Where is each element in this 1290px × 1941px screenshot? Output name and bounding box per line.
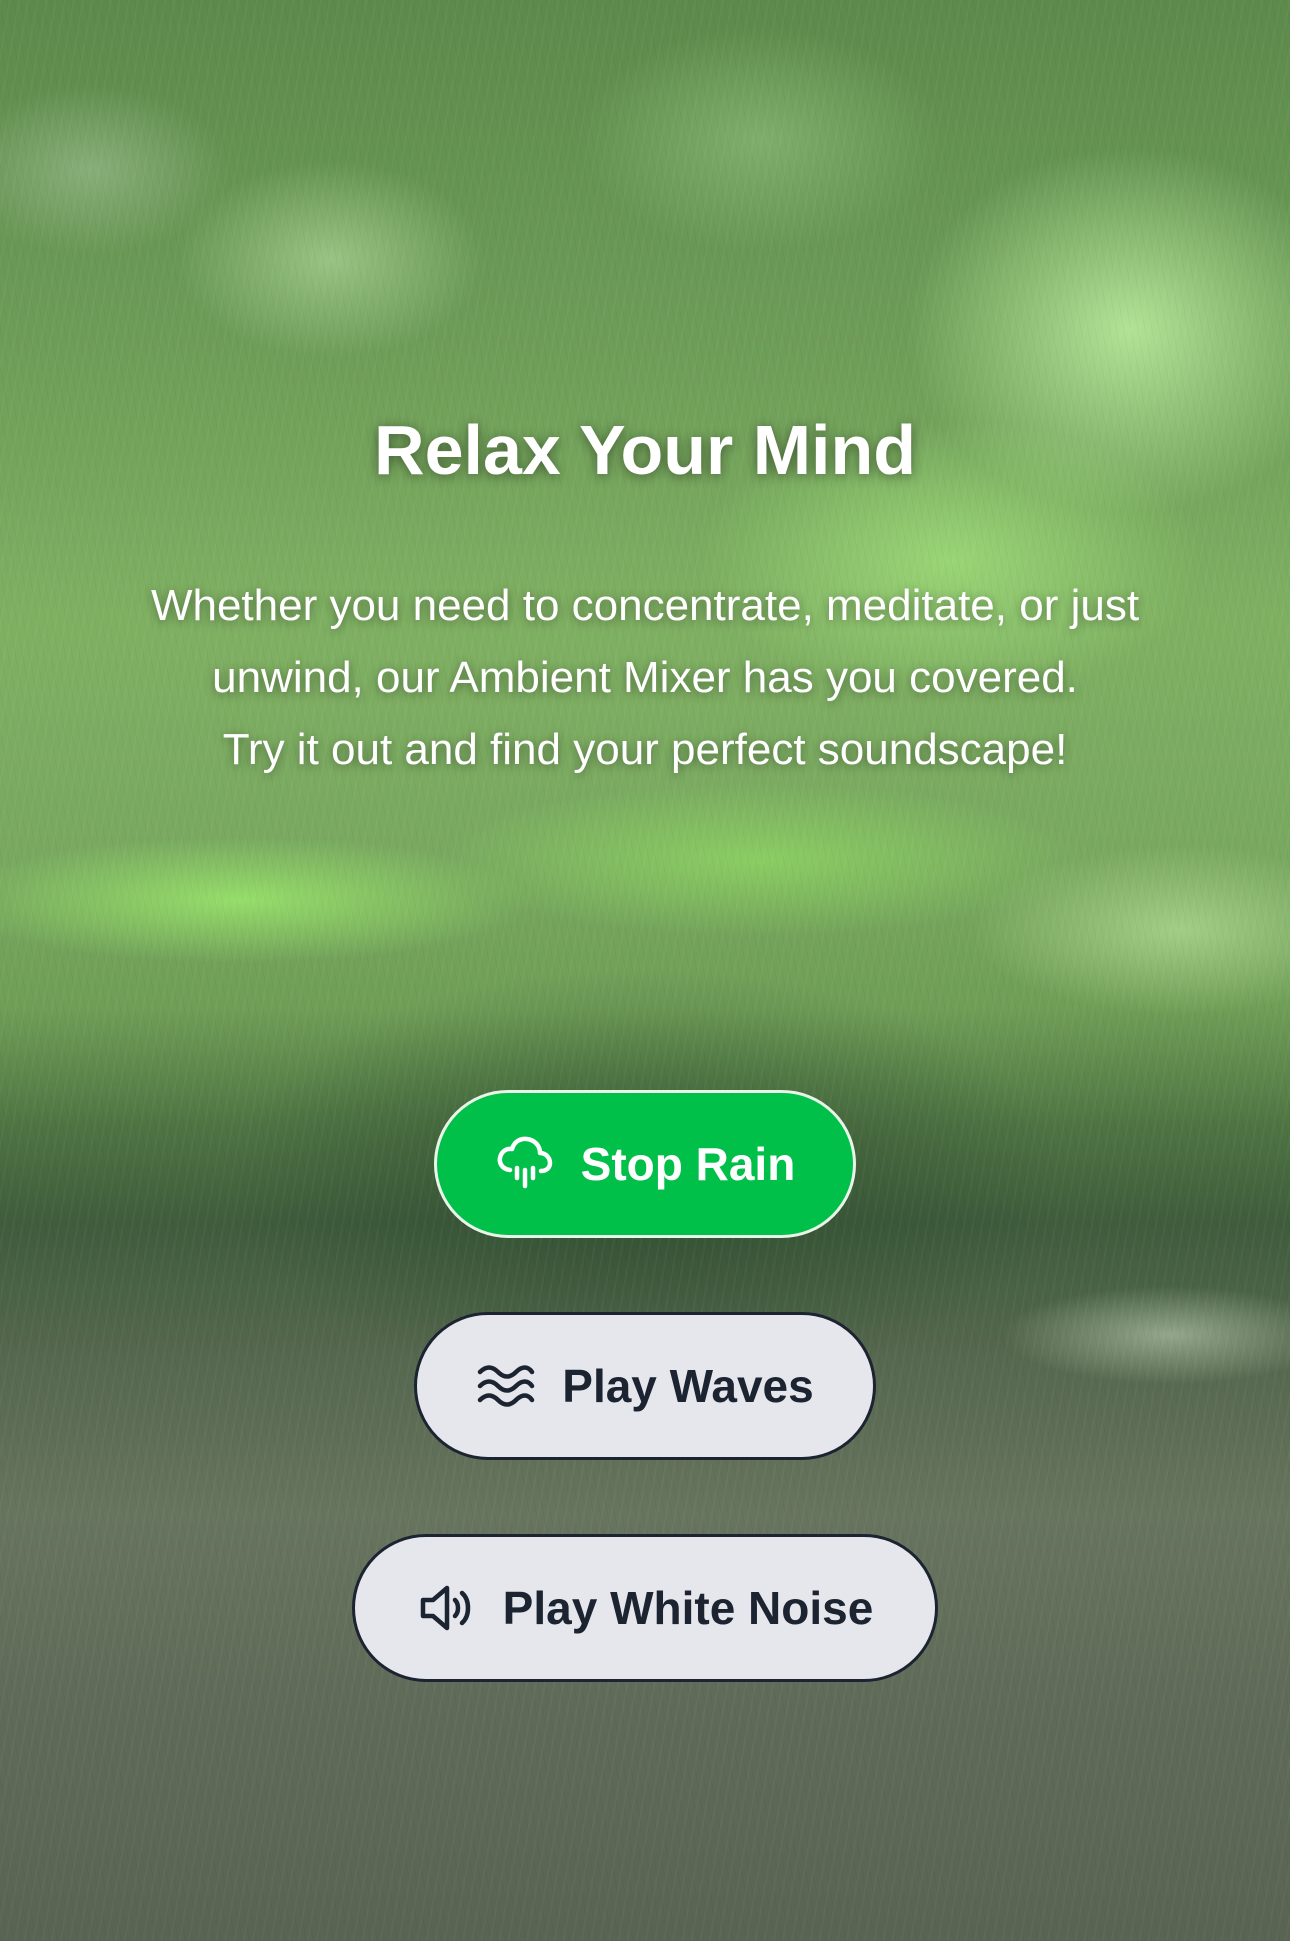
- cloud-rain-icon: [495, 1134, 555, 1194]
- speaker-volume-icon: [417, 1578, 477, 1638]
- hero-description-line: unwind, our Ambient Mixer has you covere…: [212, 653, 1078, 702]
- page-title: Relax Your Mind: [374, 411, 916, 489]
- play-waves-button[interactable]: Play Waves: [414, 1312, 876, 1460]
- ambient-mixer-page: Relax Your Mind Whether you need to conc…: [0, 0, 1290, 1941]
- play-white-noise-label: Play White Noise: [502, 1582, 874, 1634]
- waves-icon: [476, 1356, 536, 1416]
- hero-description-line: Whether you need to concentrate, meditat…: [150, 581, 1140, 630]
- hero-description-line: Try it out and find your perfect soundsc…: [222, 725, 1068, 774]
- stop-rain-label: Stop Rain: [580, 1138, 796, 1190]
- play-white-noise-button[interactable]: Play White Noise: [352, 1534, 938, 1682]
- stop-rain-button[interactable]: Stop Rain: [434, 1090, 856, 1238]
- play-waves-label: Play Waves: [562, 1360, 814, 1412]
- hero-description: Whether you need to concentrate, meditat…: [60, 570, 1230, 786]
